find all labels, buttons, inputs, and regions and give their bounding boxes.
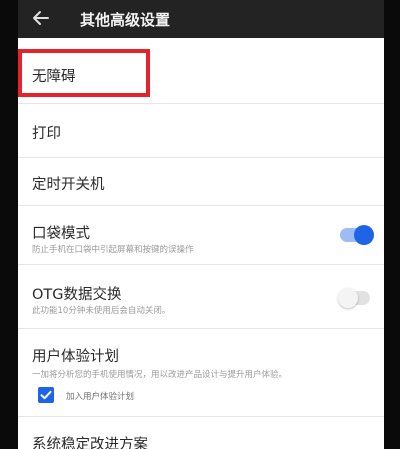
setting-user-experience-label: 用户体验计划 xyxy=(32,349,119,365)
pocket-mode-toggle[interactable] xyxy=(340,225,374,245)
setting-otg-label: OTG数据交换 xyxy=(32,287,122,303)
arrow-left-icon[interactable] xyxy=(32,9,50,27)
setting-print[interactable]: 打印 xyxy=(18,104,384,158)
settings-list: 无障碍 打印 定时开关机 口袋模式 防止手机在口袋中引起屏幕和按键的误操作 OT… xyxy=(18,38,384,449)
toggle-knob xyxy=(338,288,358,308)
user-experience-checkbox[interactable] xyxy=(38,387,54,403)
settings-screen: 其他高级设置 无障碍 打印 定时开关机 口袋模式 防止手机在口袋中引起屏幕和按键… xyxy=(18,0,384,449)
otg-toggle[interactable] xyxy=(338,288,370,308)
setting-print-label: 打印 xyxy=(32,126,61,142)
setting-stability-label: 系统稳定改进方案 xyxy=(32,437,148,449)
setting-accessibility[interactable]: 无障碍 xyxy=(18,38,384,104)
setting-scheduled-power[interactable]: 定时开关机 xyxy=(18,158,384,206)
setting-otg-description: 此功能10分钟未使用后会自动关闭。 xyxy=(32,306,171,316)
highlight-box xyxy=(18,49,150,97)
page-title: 其他高级设置 xyxy=(80,11,171,29)
toggle-knob xyxy=(354,225,374,245)
user-experience-checkbox-label: 加入用户体验计划 xyxy=(66,392,135,402)
app-bar: 其他高级设置 xyxy=(18,0,384,38)
setting-user-experience-description: 一加将分析您的手机使用情况，用以改进产品设计与提升用户体验。 xyxy=(32,370,288,380)
setting-stability[interactable]: 系统稳定改进方案 xyxy=(18,417,384,449)
setting-pocket-mode-label: 口袋模式 xyxy=(32,226,90,242)
setting-scheduled-power-label: 定时开关机 xyxy=(32,177,105,193)
setting-pocket-mode[interactable]: 口袋模式 防止手机在口袋中引起屏幕和按键的误操作 xyxy=(18,206,384,265)
setting-pocket-mode-description: 防止手机在口袋中引起屏幕和按键的误操作 xyxy=(32,245,194,255)
setting-otg[interactable]: OTG数据交换 此功能10分钟未使用后会自动关闭。 xyxy=(18,265,384,329)
checkmark-icon xyxy=(40,390,52,400)
setting-user-experience[interactable]: 用户体验计划 一加将分析您的手机使用情况，用以改进产品设计与提升用户体验。 加入… xyxy=(18,329,384,417)
